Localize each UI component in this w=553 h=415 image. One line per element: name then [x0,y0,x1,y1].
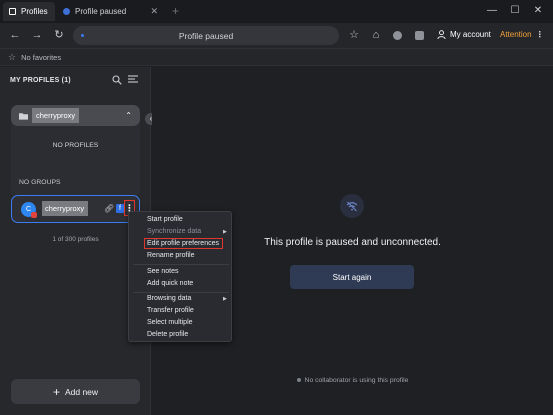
tab-profiles[interactable]: Profiles [3,2,55,21]
new-tab-button[interactable]: + [172,4,179,18]
no-profiles-label: NO PROFILES [52,142,99,149]
reload-icon[interactable]: ↻ [52,28,66,42]
search-icon[interactable] [112,75,122,88]
start-again-button[interactable]: Start again [290,265,414,289]
favorites-label: No favorites [21,52,62,62]
account-label: My account [450,30,491,39]
my-account-button[interactable]: My account [437,30,491,39]
menu-item-see-notes[interactable]: See notes [147,268,179,275]
title-bar: Profiles Profile paused ✕ + — ☐ ✕ [0,0,553,23]
menu-divider [133,292,229,293]
link-icon[interactable]: 🔗︎ [104,204,114,213]
folder-header[interactable]: cherryproxy ⌃ [11,105,140,126]
add-new-button[interactable]: + Add new [11,379,140,404]
extension-circle-icon[interactable] [393,31,402,40]
star-icon[interactable]: ☆ [347,28,361,42]
profiles-tab-icon [9,8,16,15]
menu-item-rename-profile[interactable]: Rename profile [147,252,194,259]
maximize-button[interactable]: ☐ [505,3,525,19]
menu-item-start-profile[interactable]: Start profile [147,216,183,223]
status-dot [296,378,301,383]
globe-icon [63,8,70,15]
collaborator-status: No collaborator is using this profile [152,377,553,384]
menu-item-delete-profile[interactable]: Delete profile [147,331,188,338]
facebook-icon[interactable]: f [116,204,124,213]
attention-label: Attention [500,30,532,39]
close-window-button[interactable]: ✕ [528,3,548,19]
minimize-button[interactable]: — [482,3,502,19]
close-tab-icon[interactable]: ✕ [150,6,158,17]
profile-name: cherryproxy [42,201,88,216]
tab-label: Profile paused [75,7,127,16]
submenu-arrow-icon: ▶ [223,229,227,235]
paused-status-badge [31,212,37,218]
tab-profile-paused[interactable]: Profile paused ✕ [57,2,164,21]
attention-button[interactable]: Attention ⋮ [500,30,544,39]
menu-item-synchronize-data[interactable]: Synchronize data [147,228,201,235]
address-bar[interactable]: Profile paused [73,26,339,45]
menu-divider [133,264,229,265]
add-new-label: Add new [64,386,99,397]
menu-item-transfer-profile[interactable]: Transfer profile [147,307,194,314]
url-status-dot [81,34,84,37]
wifi-off-icon [340,194,364,218]
address-text: Profile paused [178,30,234,41]
extension-square-icon[interactable] [415,31,424,40]
user-icon [437,30,446,39]
menu-item-add-quick-note[interactable]: Add quick note [147,280,193,287]
back-arrow-icon[interactable]: ← [8,28,22,42]
menu-item-browsing-data[interactable]: Browsing data [147,295,191,302]
chevron-up-icon[interactable]: ⌃ [125,111,132,120]
sort-icon[interactable] [128,74,138,87]
navigation-bar: ← → ↻ Profile paused ☆ ⌂ My account Atte… [0,23,553,49]
more-vertical-icon: ⋮ [535,30,544,39]
plus-icon: + [52,384,60,399]
profile-context-menu: Start profile Synchronize data ▶ Edit pr… [128,211,232,342]
folder-name: cherryproxy [32,108,80,123]
favorite-star-icon: ☆ [8,51,17,62]
home-icon[interactable]: ⌂ [369,28,383,42]
menu-item-edit-profile-preferences[interactable]: Edit profile preferences [147,240,219,247]
forward-arrow-icon[interactable]: → [30,28,44,42]
collaborator-status-text: No collaborator is using this profile [304,377,409,384]
submenu-arrow-icon: ▶ [223,296,227,302]
favorites-bar: ☆ No favorites [0,49,553,66]
folder-icon [19,112,28,120]
profile-card[interactable]: C cherryproxy 🔗︎ f ⋮ [11,195,140,223]
menu-item-select-multiple[interactable]: Select multiple [147,319,193,326]
no-groups-label: NO GROUPS [19,179,61,186]
sidebar-title: MY PROFILES (1) [10,77,71,84]
tab-label: Profiles [21,7,48,16]
